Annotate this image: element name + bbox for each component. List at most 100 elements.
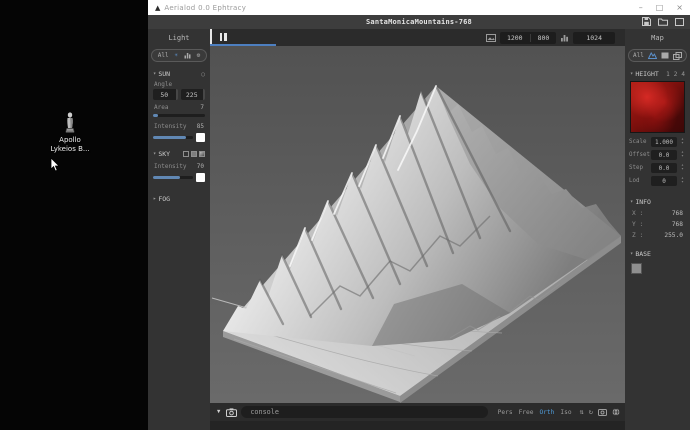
sky-mode-image-icon[interactable] xyxy=(199,151,205,157)
console-dropdown-button[interactable]: ▼ xyxy=(215,409,222,415)
gear-icon[interactable]: ⚙ xyxy=(197,52,201,59)
map-tab-bar: All xyxy=(628,49,687,62)
angle-label: Angle xyxy=(150,79,208,89)
sun-angle-x-field[interactable]: 50 xyxy=(153,89,178,100)
tab-all[interactable]: All xyxy=(158,52,169,59)
sky-intensity-slider[interactable] xyxy=(153,176,193,179)
lod-stepper[interactable]: ▴ ▾ xyxy=(679,177,686,185)
heightmap-thumbnail[interactable] xyxy=(630,81,685,133)
sky-mode-gradient-icon[interactable] xyxy=(191,151,197,157)
sun-intensity-label: Intensity xyxy=(154,123,187,130)
lod-field[interactable]: 0 xyxy=(651,176,677,186)
step-down-icon[interactable]: ▾ xyxy=(681,181,684,185)
save-icon[interactable] xyxy=(642,17,651,26)
sun-icon[interactable]: ☀ xyxy=(174,52,178,59)
chevron-right-icon: ▸ xyxy=(153,196,156,202)
step-stepper[interactable]: ▴ ▾ xyxy=(679,164,686,172)
scale-field[interactable]: 1.000 xyxy=(651,137,677,147)
depth-option-1[interactable]: 1 xyxy=(666,71,670,78)
samples-field[interactable]: 1024 xyxy=(573,32,615,44)
sky-intensity-label: Intensity xyxy=(154,163,187,170)
open-folder-icon[interactable] xyxy=(658,18,668,26)
step-field[interactable]: 0.0 xyxy=(651,163,677,173)
mouse-cursor xyxy=(50,158,60,172)
render-size-field[interactable]: 1200 800 xyxy=(500,32,556,44)
sun-section-header[interactable]: ▾ SUN ○ xyxy=(150,69,208,79)
mode-free[interactable]: Free xyxy=(519,409,534,416)
mode-iso[interactable]: Iso xyxy=(560,409,571,416)
step-down-icon[interactable]: ▾ xyxy=(681,155,684,159)
mountain-icon[interactable] xyxy=(648,52,657,59)
light-panel: All ☀ ⚙ ▾ SUN ○ Angle 50 225 xyxy=(148,46,210,430)
samples-value[interactable]: 1024 xyxy=(573,34,615,42)
step-label: Step xyxy=(629,165,649,171)
sky-mode-uniform-icon[interactable] xyxy=(183,151,189,157)
sky-section-header[interactable]: ▾ SKY xyxy=(150,149,208,159)
chevron-down-icon: ▾ xyxy=(630,71,633,77)
export-frame-icon[interactable] xyxy=(675,18,684,26)
chevron-down-icon: ▾ xyxy=(630,251,633,257)
height-section-header[interactable]: ▾ HEIGHT 1 2 4 xyxy=(627,69,688,79)
console-input[interactable] xyxy=(241,406,487,418)
base-section-title: BASE xyxy=(635,250,651,258)
maximize-button[interactable]: □ xyxy=(656,4,664,12)
mode-orth[interactable]: Orth xyxy=(539,409,554,416)
offset-stepper[interactable]: ▴ ▾ xyxy=(679,151,686,159)
map-panel-tab[interactable]: Map xyxy=(625,29,690,46)
screenshot-button[interactable] xyxy=(226,408,237,417)
render-height-value[interactable]: 800 xyxy=(531,34,557,42)
info-z-label: Z : xyxy=(632,232,643,239)
minimize-button[interactable]: – xyxy=(639,4,643,12)
base-color-swatch[interactable] xyxy=(631,263,642,274)
sun-angle-y-field[interactable]: 225 xyxy=(181,89,206,100)
mode-pers[interactable]: Pers xyxy=(498,409,513,416)
close-button[interactable]: × xyxy=(676,4,683,12)
image-card-icon[interactable] xyxy=(661,52,669,59)
globe-icon[interactable] xyxy=(612,408,620,416)
desktop-shortcut-apollo[interactable]: Apollo Lykeios B... xyxy=(40,112,100,154)
scale-label: Scale xyxy=(629,139,649,145)
sun-color-swatch[interactable] xyxy=(196,133,205,142)
window-titlebar[interactable]: ▲ Aerialod 0.0 Ephtracy – □ × xyxy=(148,0,690,15)
terrain-render xyxy=(210,46,625,403)
sun-toggle-icon[interactable]: ○ xyxy=(201,70,205,78)
info-y-label: Y : xyxy=(632,221,643,228)
map-panel: All ▾ HEIGHT 1 2 4 xyxy=(625,46,690,430)
app-logo-icon: ▲ xyxy=(155,4,160,12)
sky-color-swatch[interactable] xyxy=(196,173,205,182)
reset-rotation-icon[interactable]: ↻ xyxy=(589,409,593,416)
depth-option-4[interactable]: 4 xyxy=(681,71,685,78)
area-label: Area xyxy=(154,104,168,111)
step-down-icon[interactable]: ▾ xyxy=(681,142,684,146)
layers-icon[interactable] xyxy=(673,52,682,60)
depth-option-2[interactable]: 2 xyxy=(674,71,678,78)
fog-section-title: FOG xyxy=(158,195,170,203)
info-x-label: X : xyxy=(632,210,643,217)
fog-section-header[interactable]: ▸ FOG xyxy=(150,194,208,204)
tab-all[interactable]: All xyxy=(633,52,644,59)
render-viewport[interactable] xyxy=(210,46,625,403)
map-panel-title: Map xyxy=(651,34,664,42)
sun-intensity-slider[interactable] xyxy=(153,136,193,139)
scale-stepper[interactable]: ▴ ▾ xyxy=(679,138,686,146)
sun-section-title: SUN xyxy=(158,70,170,78)
light-panel-tab[interactable]: Light xyxy=(148,29,210,46)
view-camera-icon[interactable] xyxy=(598,408,607,416)
shortcut-label-line1: Apollo xyxy=(40,136,100,145)
render-width-value[interactable]: 1200 xyxy=(500,34,530,42)
bars-icon[interactable] xyxy=(184,52,191,59)
info-y-value: 768 xyxy=(672,221,683,228)
render-image-icon xyxy=(486,34,496,42)
info-section-title: INFO xyxy=(635,198,651,206)
window-title: Aerialod 0.0 Ephtracy xyxy=(164,4,246,12)
info-row-z: Z : 255.0 xyxy=(627,229,688,240)
step-down-icon[interactable]: ▾ xyxy=(681,168,684,172)
offset-field[interactable]: 0.0 xyxy=(651,150,677,160)
chevron-down-icon: ▾ xyxy=(153,151,156,157)
swap-axes-icon[interactable]: ⇅ xyxy=(580,409,584,416)
pause-render-button[interactable] xyxy=(217,32,229,42)
info-section-header[interactable]: ▾ INFO xyxy=(627,197,688,207)
base-section-header[interactable]: ▾ BASE xyxy=(627,249,688,259)
sun-area-slider[interactable] xyxy=(153,114,205,117)
info-x-value: 768 xyxy=(672,210,683,217)
